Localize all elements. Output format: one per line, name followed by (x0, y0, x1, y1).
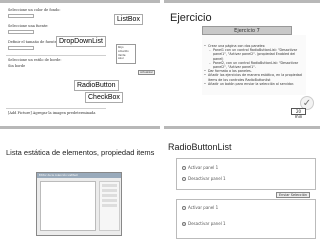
label-font: Seleccione una fuente: (8, 24, 49, 28)
radio-label: Desactivar panel 1 (188, 221, 226, 226)
label-add-picture: [Add Picture] Agregar la imagen predeter… (8, 111, 96, 115)
radio-icon[interactable] (182, 206, 186, 210)
radio-icon[interactable] (182, 177, 186, 181)
timer-badge: 20 min (291, 108, 306, 119)
slide-controls-overview: Seleccione un color de fondo: Seleccione… (0, 0, 160, 123)
radio-option[interactable]: Desactivar panel 1 (182, 221, 226, 226)
property-row[interactable] (102, 189, 117, 192)
bullet-item: Panel1 con un control RadioButtonList: "… (204, 48, 304, 61)
background-color-field[interactable] (8, 14, 34, 18)
list-item[interactable]: Azul (118, 57, 134, 61)
callout-listbox: ListBox (114, 14, 143, 25)
divider (6, 108, 106, 109)
slide-exercise: Ejercicio Ejercicio 7 Crear una página c… (164, 0, 320, 123)
radio-selected-icon[interactable] (182, 222, 186, 226)
window-title: Editor de la colección ListItem (37, 173, 121, 178)
radio-label: Desactivar panel 1 (188, 176, 226, 181)
send-selection-button[interactable]: Enviar Selección (276, 192, 310, 198)
property-row[interactable] (102, 194, 117, 197)
property-row[interactable] (102, 199, 117, 202)
label-border-style: Seleccione un estilo de borde: (8, 58, 62, 62)
members-list[interactable] (40, 181, 96, 231)
listitem-editor-window: Editor de la colección ListItem (36, 172, 122, 236)
property-row[interactable] (102, 204, 117, 207)
callout-checkbox: CheckBox (85, 92, 123, 103)
label-no-border: Sin borde (8, 64, 26, 68)
font-field[interactable] (8, 30, 34, 34)
slide-title: Lista estática de elementos, propiedad i… (6, 148, 155, 157)
slide-top-bar (164, 0, 320, 3)
slide-title: RadioButtonList (168, 142, 232, 152)
bullet-item: Añadir los ejercicios de manera estática… (204, 73, 304, 81)
radio-label: Activar panel 1 (188, 165, 219, 170)
label-background-color: Seleccione un color de fondo: (8, 8, 61, 12)
callout-radiobutton: RadioButton (74, 80, 119, 91)
slide-title: Ejercicio (170, 12, 212, 24)
slide-radiobuttonlist: RadioButtonList Activar panel 1 Desactiv… (164, 126, 320, 247)
update-button[interactable]: Actualizar (138, 70, 155, 75)
exercise-bullet-list: Crear una página con dos paneles: Panel1… (204, 44, 304, 86)
bullet-item: Panel2, con un control RadioButtonList: … (204, 61, 304, 69)
font-size-field[interactable] (8, 46, 34, 50)
radio-option[interactable]: Activar panel 1 (182, 165, 218, 170)
radio-label: Activar panel 1 (188, 205, 219, 210)
slide-top-bar (164, 126, 320, 129)
slide-top-bar (0, 126, 160, 129)
callout-dropdownlist: DropDownList (56, 36, 106, 47)
properties-panel[interactable] (99, 181, 120, 231)
property-row[interactable] (102, 184, 117, 187)
exercise-tab-header: Ejercicio 7 (202, 26, 292, 35)
divider (6, 55, 106, 56)
slide-top-bar (0, 0, 160, 3)
panel1 (176, 158, 316, 190)
radio-icon[interactable] (182, 166, 186, 170)
bullet-item: Añadir un botón para enviar la selección… (204, 82, 304, 86)
radio-option[interactable]: Desactivar panel 1 (182, 176, 226, 181)
radio-option[interactable]: Activar panel 1 (182, 205, 218, 210)
color-listbox[interactable]: Rojo Amarillo Verde Azul (116, 44, 136, 64)
slide-static-items: Lista estática de elementos, propiedad i… (0, 126, 160, 247)
